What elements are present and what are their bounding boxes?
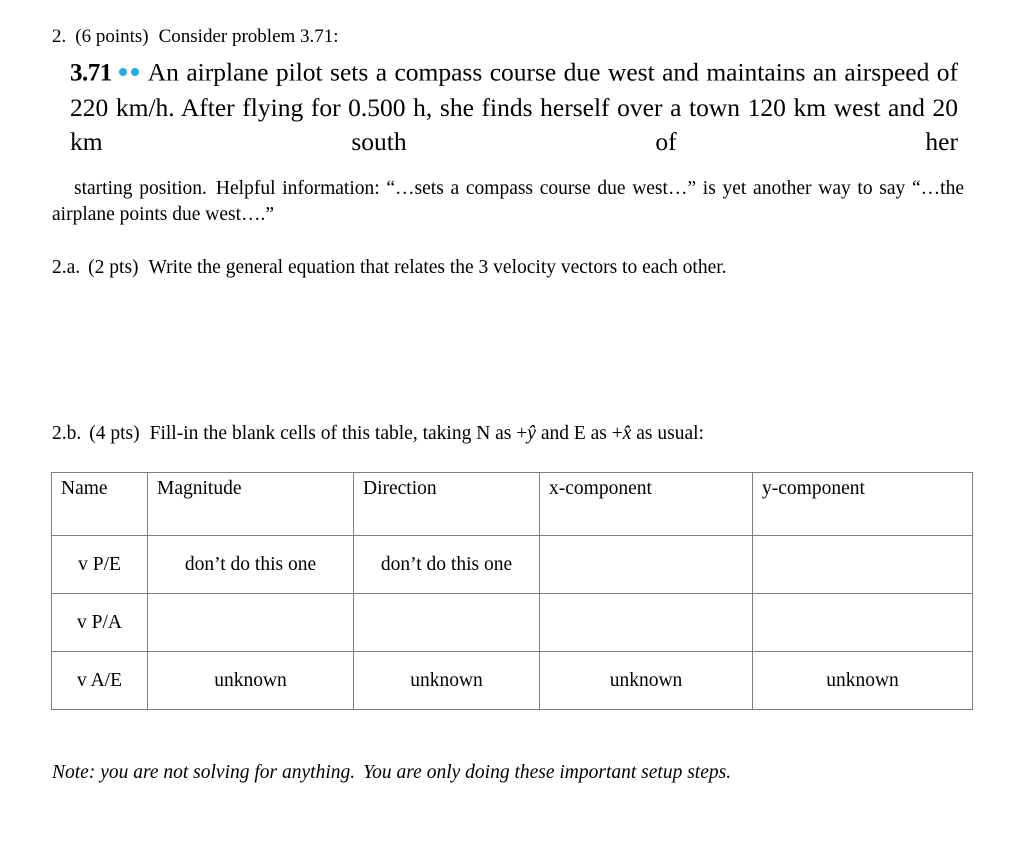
excerpt-body-text: An airplane pilot sets a compass course … (70, 57, 958, 156)
column-header-direction: Direction (353, 472, 540, 536)
cell-x-component-row2[interactable]: unknown (539, 651, 753, 710)
table-row: v P/E don’t do this one don’t do this on… (51, 535, 973, 594)
subquestion-a-text: Write the general equation that relates … (148, 257, 727, 278)
note-part1: Note: you are not solving for anything. (52, 762, 356, 783)
excerpt-problem-number: 3.71 (70, 59, 112, 87)
column-header-name: Name (51, 472, 148, 536)
question-prompt: Consider problem 3.71: (158, 26, 339, 47)
note-part2: You are only doing these important setup… (363, 762, 732, 783)
subquestion-b-points: (4 pts) (89, 423, 140, 444)
cell-direction-row2[interactable]: unknown (353, 651, 540, 710)
y-hat-symbol: ŷ (527, 423, 536, 444)
column-header-x-component: x-component (539, 472, 753, 536)
cell-name-row2: v A/E (51, 651, 148, 710)
cell-magnitude-row0[interactable]: don’t do this one (147, 535, 354, 594)
cell-name-row0: v P/E (51, 535, 148, 594)
difficulty-dots-icon (118, 51, 139, 85)
table-row: v A/E unknown unknown unknown unknown (51, 651, 973, 710)
subquestion-b-label: 2.b. (52, 423, 82, 444)
subquestion-a: 2.a. (2 pts) Write the general equation th… (52, 255, 727, 281)
cell-y-component-row0[interactable] (752, 535, 973, 594)
subquestion-a-label: 2.a. (52, 257, 81, 278)
answer-blank-area-a[interactable] (52, 290, 964, 410)
cell-direction-row0[interactable]: don’t do this one (353, 535, 540, 594)
cell-y-component-row2[interactable]: unknown (752, 651, 973, 710)
footer-note: Note: you are not solving for anything. Y… (52, 760, 731, 786)
column-header-y-component: y-component (752, 472, 973, 536)
cell-name-row1: v P/A (51, 593, 148, 652)
cell-x-component-row0[interactable] (539, 535, 753, 594)
subquestion-a-points: (2 pts) (88, 257, 139, 278)
column-header-magnitude: Magnitude (147, 472, 354, 536)
subquestion-b-text-before: Fill-in the blank cells of this table, t… (149, 423, 528, 444)
cell-direction-row1[interactable] (353, 593, 540, 652)
continuation-part1: starting position. (74, 178, 207, 199)
table-header-row: Name Magnitude Direction x-component y-c… (51, 472, 973, 536)
question-heading: 2. (6 points) Consider problem 3.71: (52, 24, 339, 49)
question-number: 2. (52, 26, 67, 47)
velocity-table: Name Magnitude Direction x-component y-c… (51, 472, 973, 710)
subquestion-b: 2.b. (4 pts) Fill-in the blank cells of th… (52, 421, 704, 447)
cell-x-component-row1[interactable] (539, 593, 753, 652)
cell-magnitude-row1[interactable] (147, 593, 354, 652)
document-page: 2. (6 points) Consider problem 3.71: 3.71 A… (0, 0, 1024, 866)
table-row: v P/A (51, 593, 973, 652)
question-points: (6 points) (75, 26, 149, 47)
excerpt-continuation: starting position. Helpful information: “… (52, 176, 964, 228)
cell-magnitude-row2[interactable]: unknown (147, 651, 354, 710)
cell-y-component-row1[interactable] (752, 593, 973, 652)
subquestion-b-text-between: and E as + (535, 423, 623, 444)
subquestion-b-text-after: as usual: (631, 423, 704, 444)
textbook-excerpt: 3.71 An airplane pilot sets a compass cou… (70, 51, 958, 159)
